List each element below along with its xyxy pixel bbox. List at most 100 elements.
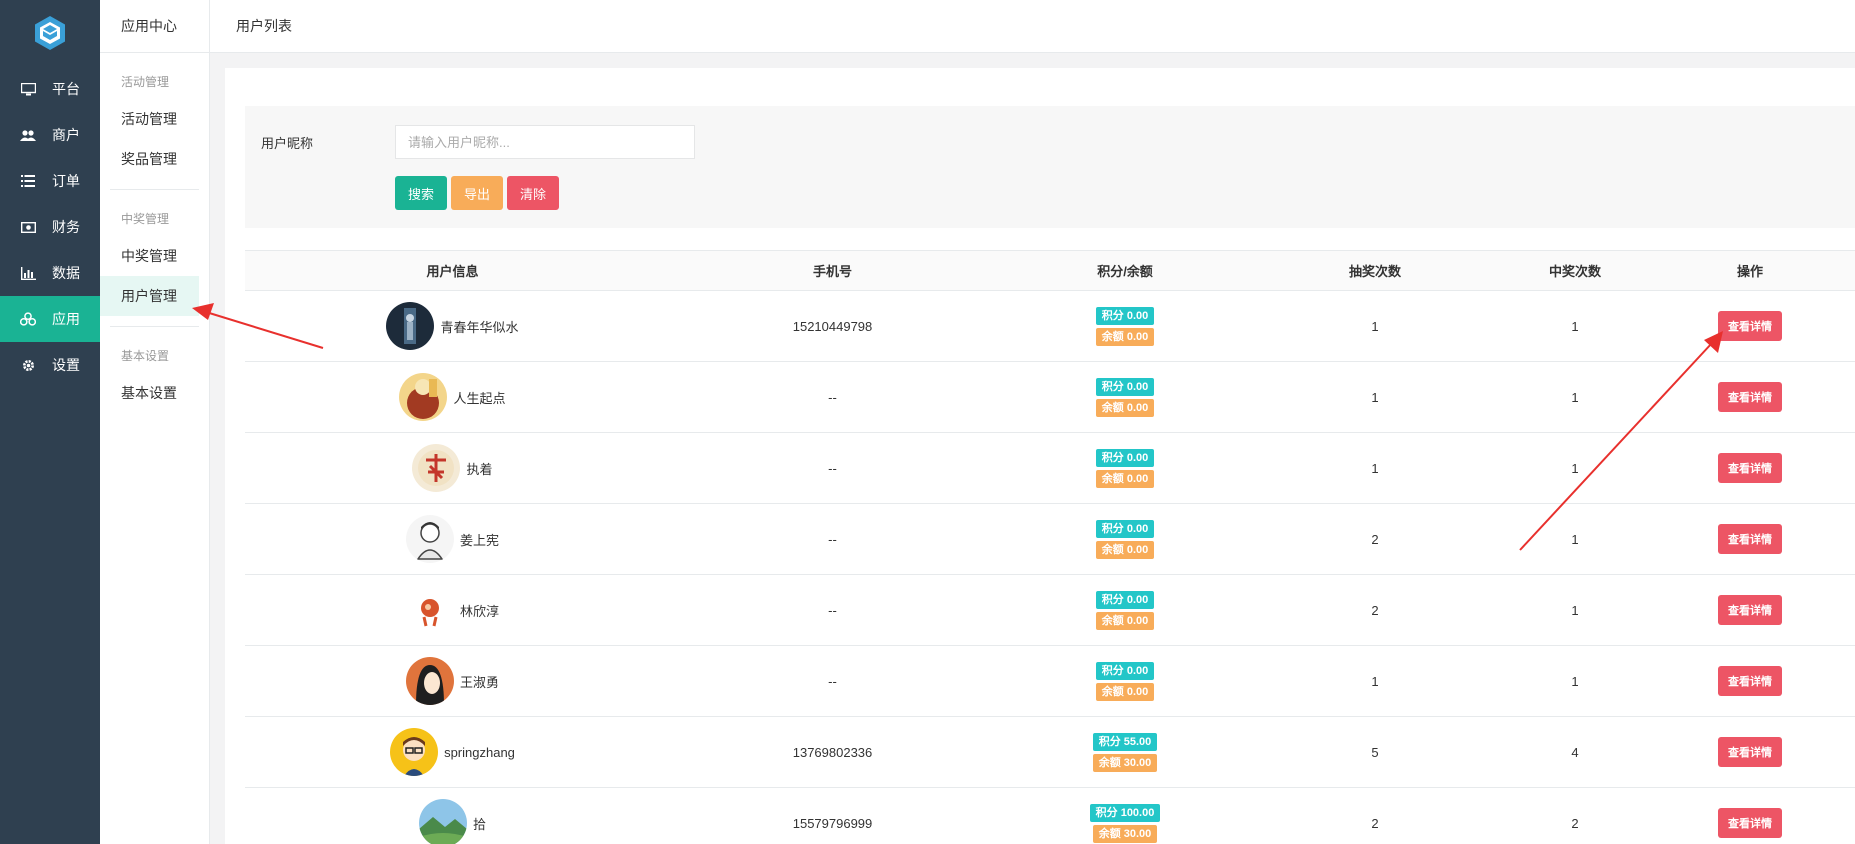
user-nickname: 拾	[472, 816, 486, 832]
user-nickname: 林欣淳	[459, 603, 499, 619]
list-icon	[20, 173, 36, 189]
nav-item-label: 平台	[52, 81, 80, 97]
win-count-cell: 1	[1571, 531, 1579, 547]
breadcrumb[interactable]: 用户列表	[236, 16, 292, 36]
nickname-search-input[interactable]	[395, 125, 695, 159]
score-badge: 积分 0.00	[1095, 306, 1155, 325]
balance-badge: 余额 0.00	[1095, 327, 1155, 346]
score-balance-cell: 积分 100.00 余额 30.00	[1005, 803, 1245, 843]
actions-cell: 查看详情	[1645, 737, 1855, 767]
score-balance-cell: 积分 0.00 余额 0.00	[1005, 661, 1245, 701]
nav-item-label: 数据	[52, 265, 80, 281]
score-badge: 积分 0.00	[1095, 590, 1155, 609]
main-nav: 平台 商户 订单 财务 数据 应用 设置	[0, 0, 100, 844]
avatar	[390, 728, 439, 776]
bar-chart-icon	[20, 265, 36, 281]
phone-cell: --	[828, 531, 837, 547]
submenu-divider	[110, 189, 199, 190]
phone-cell: --	[828, 673, 837, 689]
cubes-icon	[20, 311, 36, 327]
avatar	[405, 586, 454, 634]
win-count-cell: 2	[1571, 815, 1579, 831]
nav-item-label: 设置	[52, 357, 80, 373]
submenu-item-users[interactable]: 用户管理	[100, 276, 199, 316]
user-info-cell: 王淑勇	[245, 657, 660, 705]
submenu-item-activity[interactable]: 活动管理	[100, 99, 209, 139]
phone-cell: --	[828, 460, 837, 476]
header-actions: 操作	[1736, 264, 1763, 279]
score-balance-cell: 积分 0.00 余额 0.00	[1005, 519, 1245, 559]
logo[interactable]	[0, 0, 100, 66]
view-details-button[interactable]: 查看详情	[1718, 666, 1782, 696]
user-info-cell: 林欣淳	[245, 586, 660, 634]
view-details-button[interactable]: 查看详情	[1718, 808, 1782, 838]
user-info-cell: 人生起点	[245, 373, 660, 421]
nav-item-finance[interactable]: 财务	[0, 204, 100, 250]
view-details-button[interactable]: 查看详情	[1718, 737, 1782, 767]
table-row: 姜上宪 -- 积分 0.00 余额 0.00 2 1 查看详情	[245, 504, 1855, 575]
score-badge: 积分 0.00	[1095, 377, 1155, 396]
draw-count-cell: 2	[1371, 531, 1379, 547]
submenu-group-label: 中奖管理	[121, 211, 170, 226]
draw-count-cell: 2	[1371, 602, 1379, 618]
balance-badge: 余额 0.00	[1095, 540, 1155, 559]
nav-item-platform[interactable]: 平台	[0, 66, 100, 112]
phone-cell: 15210449798	[792, 318, 873, 334]
user-nickname: 姜上宪	[459, 532, 499, 548]
view-details-button[interactable]: 查看详情	[1718, 524, 1782, 554]
user-info-cell: 执着	[245, 444, 660, 492]
user-info-cell: 姜上宪	[245, 515, 660, 563]
nav-item-merchant[interactable]: 商户	[0, 112, 100, 158]
actions-cell: 查看详情	[1645, 524, 1855, 554]
user-info-cell: 拾	[245, 799, 660, 844]
user-nickname: 人生起点	[453, 390, 506, 406]
submenu-item-basic-settings[interactable]: 基本设置	[100, 373, 209, 413]
view-details-button[interactable]: 查看详情	[1718, 382, 1782, 412]
phone-cell: 13769802336	[792, 744, 873, 760]
submenu-item-prizes[interactable]: 奖品管理	[100, 139, 209, 179]
nav-item-apps[interactable]: 应用	[0, 296, 100, 342]
money-icon	[20, 219, 36, 235]
draw-count-cell: 1	[1371, 318, 1379, 334]
avatar	[405, 515, 454, 563]
users-icon	[20, 127, 36, 143]
search-button[interactable]: 搜索	[395, 176, 448, 210]
table-row: 林欣淳 -- 积分 0.00 余额 0.00 2 1 查看详情	[245, 575, 1855, 646]
submenu-group-label: 活动管理	[121, 74, 170, 89]
balance-badge: 余额 0.00	[1095, 469, 1155, 488]
nav-item-order[interactable]: 订单	[0, 158, 100, 204]
nav-item-settings[interactable]: 设置	[0, 342, 100, 388]
actions-cell: 查看详情	[1645, 382, 1855, 412]
view-details-button[interactable]: 查看详情	[1718, 311, 1782, 341]
submenu-title: 应用中心	[100, 0, 209, 53]
draw-count-cell: 1	[1371, 389, 1379, 405]
table-row: 执着 -- 积分 0.00 余额 0.00 1 1 查看详情	[245, 433, 1855, 504]
gear-icon	[20, 357, 36, 373]
user-info-cell: 青春年华似水	[245, 302, 660, 350]
submenu-item-winners[interactable]: 中奖管理	[100, 236, 209, 276]
score-badge: 积分 55.00	[1092, 732, 1158, 751]
app-submenu: 应用中心 活动管理 活动管理 奖品管理 中奖管理 中奖管理 用户管理 基本设置 …	[100, 0, 210, 844]
header-score-balance: 积分/余额	[1097, 264, 1153, 279]
draw-count-cell: 2	[1371, 815, 1379, 831]
win-count-cell: 1	[1571, 673, 1579, 689]
avatar	[418, 799, 467, 844]
draw-count-cell: 5	[1371, 744, 1379, 760]
table-row: 青春年华似水 15210449798 积分 0.00 余额 0.00 1 1 查…	[245, 291, 1855, 362]
view-details-button[interactable]: 查看详情	[1718, 595, 1782, 625]
header-phone: 手机号	[812, 264, 852, 279]
actions-cell: 查看详情	[1645, 808, 1855, 838]
clear-button[interactable]: 清除	[507, 176, 560, 210]
content-panel: 用户昵称 搜索 导出 清除 用户信息 手机号 积分/余额 抽奖次数 中奖次数 操…	[225, 68, 1855, 844]
user-nickname: 执着	[466, 461, 493, 477]
balance-badge: 余额 0.00	[1095, 398, 1155, 417]
header-draw-count: 抽奖次数	[1348, 264, 1401, 279]
header-win-count: 中奖次数	[1548, 264, 1601, 279]
score-badge: 积分 0.00	[1095, 448, 1155, 467]
nav-item-data[interactable]: 数据	[0, 250, 100, 296]
win-count-cell: 4	[1571, 744, 1579, 760]
header-user-info: 用户信息	[426, 264, 479, 279]
nav-item-label: 订单	[52, 173, 80, 189]
export-button[interactable]: 导出	[451, 176, 504, 210]
view-details-button[interactable]: 查看详情	[1718, 453, 1782, 483]
